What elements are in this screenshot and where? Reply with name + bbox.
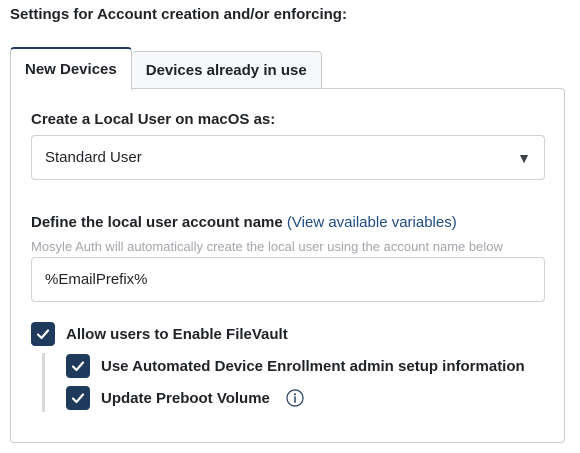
view-variables-link[interactable]: (View available variables) <box>287 214 457 231</box>
checkmark-icon <box>71 361 85 372</box>
checkmark-icon <box>36 329 50 340</box>
section-title: Settings for Account creation and/or enf… <box>10 6 347 23</box>
checkmark-icon <box>71 393 85 404</box>
account-name-label: Define the local user account name <box>31 214 283 231</box>
preboot-checkbox[interactable] <box>66 386 90 410</box>
local-user-label: Create a Local User on macOS as: <box>31 111 276 128</box>
filevault-label: Allow users to Enable FileVault <box>66 325 288 343</box>
tab-devices-in-use[interactable]: Devices already in use <box>131 51 322 89</box>
triangle-down-icon: ▼ <box>517 150 531 166</box>
tab-bar: New Devices Devices already in use <box>10 47 322 90</box>
info-circle-icon[interactable] <box>286 389 304 407</box>
ade-admin-checkbox[interactable] <box>66 354 90 378</box>
select-value: Standard User <box>45 149 142 166</box>
account-name-input[interactable] <box>31 257 545 302</box>
account-name-hint: Mosyle Auth will automatically create th… <box>31 239 503 254</box>
nested-options-rail <box>42 353 45 412</box>
preboot-label: Update Preboot Volume <box>101 389 270 407</box>
tab-panel: Create a Local User on macOS as: Standar… <box>10 88 565 443</box>
filevault-checkbox[interactable] <box>31 322 55 346</box>
filevault-checkbox-row[interactable]: Allow users to Enable FileVault <box>31 322 288 346</box>
preboot-checkbox-row[interactable]: Update Preboot Volume <box>66 386 304 410</box>
ade-admin-checkbox-row[interactable]: Use Automated Device Enrollment admin se… <box>66 354 525 378</box>
account-name-label-row: Define the local user account name (View… <box>31 214 457 231</box>
ade-admin-label: Use Automated Device Enrollment admin se… <box>101 357 525 375</box>
local-user-type-select[interactable]: Standard User ▼ <box>31 135 545 180</box>
tab-new-devices[interactable]: New Devices <box>10 47 132 90</box>
